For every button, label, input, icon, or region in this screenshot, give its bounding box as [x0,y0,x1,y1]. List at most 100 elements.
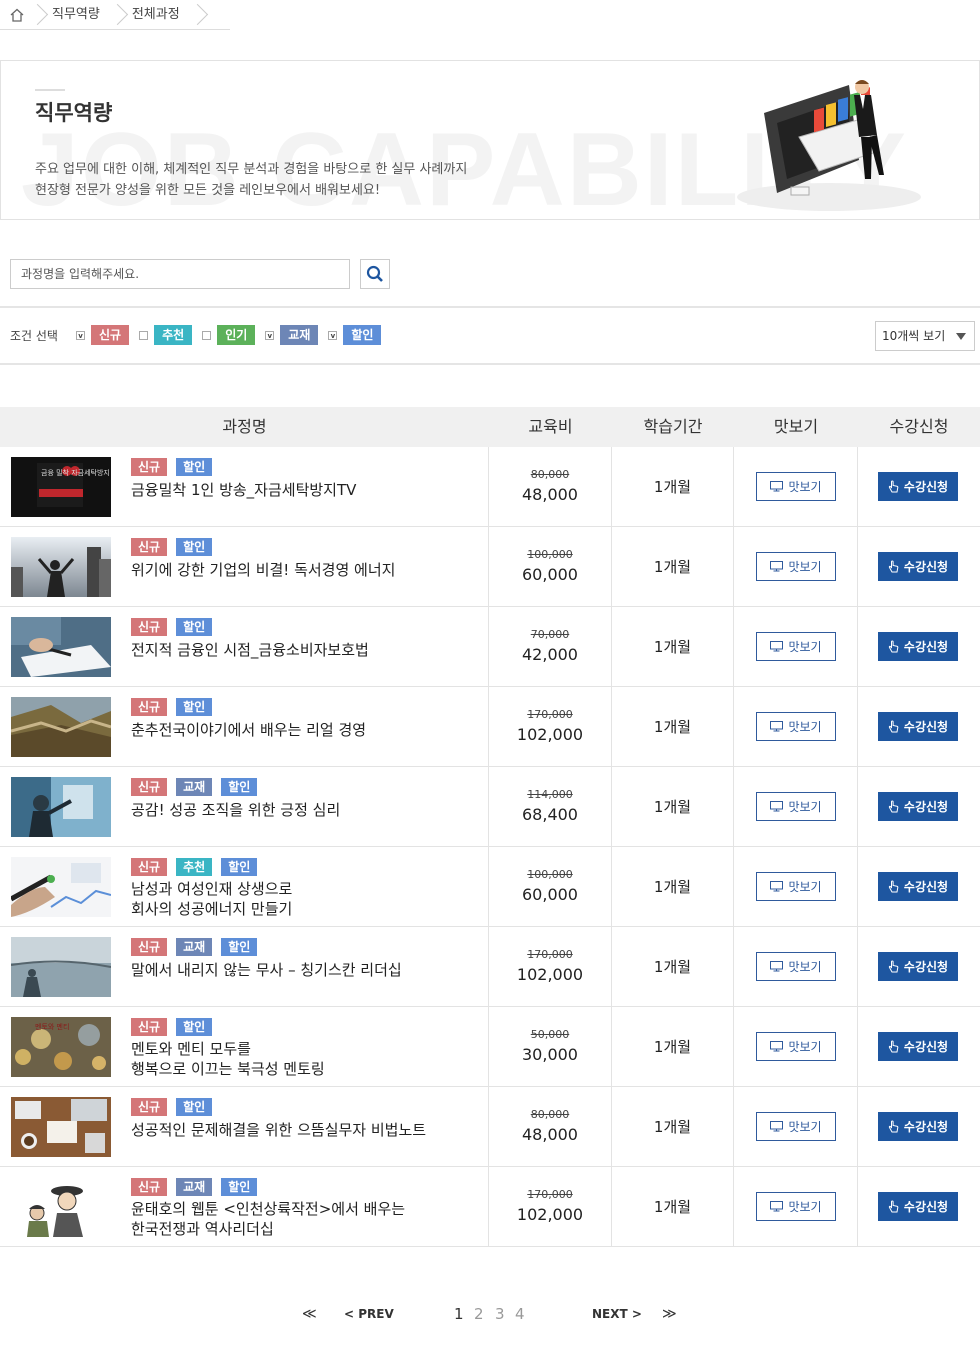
hero-banner: JOB CAPABILITY 직무역량 주요 업무에 대한 이해, 체계적인 직… [0,60,980,220]
checkbox-textbook[interactable]: v [265,330,275,340]
chevron-right-icon [34,0,44,30]
course-title[interactable]: 말에서 내리지 않는 무사 – 칭기스칸 리더십 [131,960,481,980]
preview-cell: 맛보기 [734,1167,858,1246]
course-title[interactable]: 금융밀착 1인 방송_자금세탁방지TV [131,480,481,500]
enroll-button[interactable]: 수강신청 [878,872,958,901]
people-pointing-thumbnail[interactable] [11,777,111,837]
course-tag: 신규 [131,538,168,556]
breadcrumb-item-current[interactable]: 전체과정 [124,0,194,30]
course-table-body: 금융 밀착 자금세탁방지 신규 할인 금융밀착 1인 방송_자금세탁방지TV 80… [0,447,980,1247]
course-title[interactable]: 멘토와 멘티 모두를 행복으로 이끄는 북극성 멘토링 [131,1039,481,1079]
course-title[interactable]: 위기에 강한 기업의 비결! 독서경영 에너지 [131,560,481,580]
filter-options: v 신규 추천 인기 v 교재 v 할인 [76,325,391,345]
enroll-button[interactable]: 수강신청 [878,952,958,981]
enroll-button[interactable]: 수강신청 [878,632,958,661]
course-title[interactable]: 성공적인 문제해결을 위한 으뜸실무자 비법노트 [131,1120,481,1140]
filter-popular[interactable]: 인기 [202,325,256,345]
sale-price: 60,000 [522,885,578,904]
bokeh-lights-thumbnail[interactable]: 멘토와 멘티 [11,1017,111,1077]
page-3-button[interactable]: 3 [495,1302,505,1326]
course-tag: 할인 [176,458,213,476]
sale-price: 48,000 [522,1125,578,1144]
per-page-select[interactable]: 10개씩 보기 [875,321,975,351]
table-row: 신규 추천 할인 남성과 여성인재 상생으로 회사의 성공에너지 만들기 100,0… [0,847,980,927]
study-period: 1개월 [653,1198,692,1216]
preview-cell: 맛보기 [734,687,858,766]
breadcrumb-item-category[interactable]: 직무역량 [44,0,114,30]
fee-cell: 80,000 48,000 [489,447,612,526]
checkbox-discount[interactable]: v [328,330,338,340]
page-1-button[interactable]: 1 [454,1302,464,1326]
course-title[interactable]: 공감! 성공 조직을 위한 긍정 심리 [131,800,481,820]
page-4-button[interactable]: 4 [515,1302,525,1326]
preview-button[interactable]: 맛보기 [756,1192,836,1221]
course-tag: 신규 [131,778,168,796]
preview-button[interactable]: 맛보기 [756,952,836,981]
checkbox-recommended[interactable] [139,330,149,340]
course-cell: 신규 추천 할인 남성과 여성인재 상생으로 회사의 성공에너지 만들기 [0,847,489,926]
preview-button[interactable]: 맛보기 [756,872,836,901]
course-search-input[interactable]: 과정명을 입력해주세요. [10,259,350,289]
filter-textbook[interactable]: v 교재 [265,325,319,345]
filter-tag-recommended[interactable]: 추천 [154,325,193,345]
preview-button[interactable]: 맛보기 [756,792,836,821]
course-tags: 신규 교재 할인 [131,938,266,956]
checkbox-popular[interactable] [202,330,212,340]
preview-button[interactable]: 맛보기 [756,1112,836,1141]
course-tags: 신규 추천 할인 [131,858,266,876]
fee-cell: 50,000 30,000 [489,1007,612,1086]
pointer-hand-icon [888,1200,899,1213]
preview-button[interactable]: 맛보기 [756,1032,836,1061]
course-title[interactable]: 춘추전국이야기에서 배우는 리얼 경영 [131,720,481,740]
title-underline [35,89,65,91]
page-2-button[interactable]: 2 [474,1302,484,1326]
enroll-button[interactable]: 수강신청 [878,712,958,741]
enroll-button[interactable]: 수강신청 [878,472,958,501]
filter-tag-new[interactable]: 신규 [91,325,130,345]
original-price: 170,000 [527,1188,573,1201]
last-page-button[interactable]: ≫ [662,1302,677,1326]
enroll-button[interactable]: 수강신청 [878,1112,958,1141]
enroll-label: 수강신청 [903,1120,949,1134]
checkbox-new[interactable]: v [76,330,85,340]
filter-tag-textbook[interactable]: 교재 [280,325,319,345]
lake-rider-thumbnail[interactable] [11,937,111,997]
enroll-label: 수강신청 [903,640,949,654]
webtoon-characters-thumbnail[interactable] [11,1177,111,1237]
prev-page-button[interactable]: < PREV [344,1302,394,1326]
preview-button[interactable]: 맛보기 [756,472,836,501]
filter-tag-discount[interactable]: 할인 [343,325,382,345]
great-wall-thumbnail[interactable] [11,697,111,757]
course-title[interactable]: 전지적 금융인 시점_금융소비자보호법 [131,640,481,660]
enroll-button[interactable]: 수강신청 [878,1192,958,1221]
enroll-cell: 수강신청 [858,447,980,526]
period-cell: 1개월 [612,687,734,766]
original-price: 80,000 [530,1108,570,1121]
first-page-button[interactable]: ≪ [302,1302,317,1326]
filter-recommended[interactable]: 추천 [139,325,193,345]
sale-price: 48,000 [522,485,578,504]
city-person-thumbnail[interactable] [11,537,111,597]
next-page-button[interactable]: NEXT > [592,1302,642,1326]
enroll-button[interactable]: 수강신청 [878,792,958,821]
preview-button[interactable]: 맛보기 [756,552,836,581]
original-price: 114,000 [527,788,573,801]
study-period: 1개월 [653,798,692,816]
search-button[interactable] [360,259,390,289]
preview-button[interactable]: 맛보기 [756,632,836,661]
chevron-right-icon [194,0,204,30]
filter-new[interactable]: v 신규 [76,325,130,345]
course-title[interactable]: 남성과 여성인재 상생으로 회사의 성공에너지 만들기 [131,879,481,919]
finance-broadcast-thumbnail[interactable]: 금융 밀착 자금세탁방지 [11,457,111,517]
enroll-button[interactable]: 수강신청 [878,1032,958,1061]
course-title[interactable]: 윤태호의 웹툰 <인천상륙작전>에서 배우는 한국전쟁과 역사리더십 [131,1199,481,1239]
enroll-button[interactable]: 수강신청 [878,552,958,581]
signing-document-thumbnail[interactable] [11,617,111,677]
office-desk-thumbnail[interactable] [11,1097,111,1157]
preview-button[interactable]: 맛보기 [756,712,836,741]
chart-pen-thumbnail[interactable] [11,857,111,917]
monitor-icon [770,961,784,972]
filter-discount[interactable]: v 할인 [328,325,382,345]
pointer-hand-icon [888,1040,899,1053]
filter-tag-popular[interactable]: 인기 [217,325,256,345]
